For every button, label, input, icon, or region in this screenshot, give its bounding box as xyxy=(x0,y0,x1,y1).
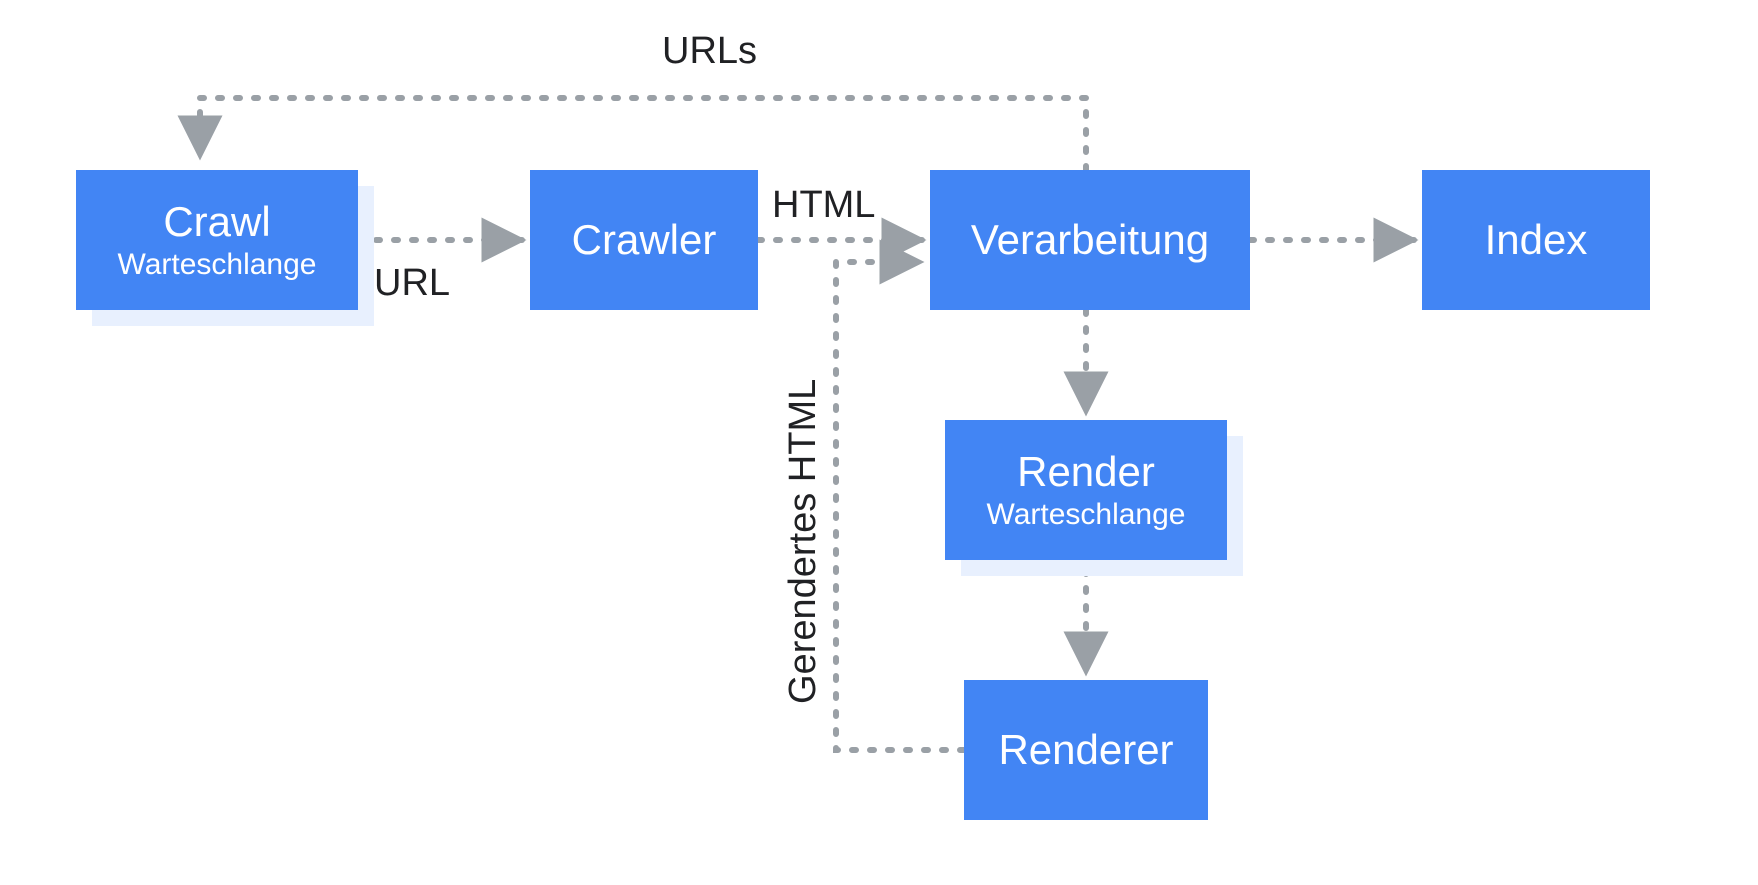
node-render-queue-title: Render xyxy=(1017,448,1155,496)
node-renderer-title: Renderer xyxy=(998,726,1173,774)
node-crawl-queue: Crawl Warteschlange xyxy=(76,170,358,310)
edge-label-urls: URLs xyxy=(662,30,757,73)
edge-label-url: URL xyxy=(374,262,450,305)
node-crawler: Crawler xyxy=(530,170,758,310)
node-render-queue: Render Warteschlange xyxy=(945,420,1227,560)
node-processing: Verarbeitung xyxy=(930,170,1250,310)
edge-label-html: HTML xyxy=(772,184,875,227)
node-crawl-queue-title: Crawl xyxy=(163,198,270,246)
node-renderer: Renderer xyxy=(964,680,1208,820)
node-index-title: Index xyxy=(1485,216,1588,264)
edge-processing-to-crawlqueue-feedback xyxy=(200,98,1086,170)
node-crawl-queue-sub: Warteschlange xyxy=(118,248,317,283)
node-processing-title: Verarbeitung xyxy=(971,216,1209,264)
node-render-queue-sub: Warteschlange xyxy=(987,498,1186,533)
node-index: Index xyxy=(1422,170,1650,310)
node-crawler-title: Crawler xyxy=(572,216,717,264)
edge-label-rendered-html: Gerendertes HTML xyxy=(782,379,825,704)
diagram-connectors xyxy=(0,0,1758,885)
